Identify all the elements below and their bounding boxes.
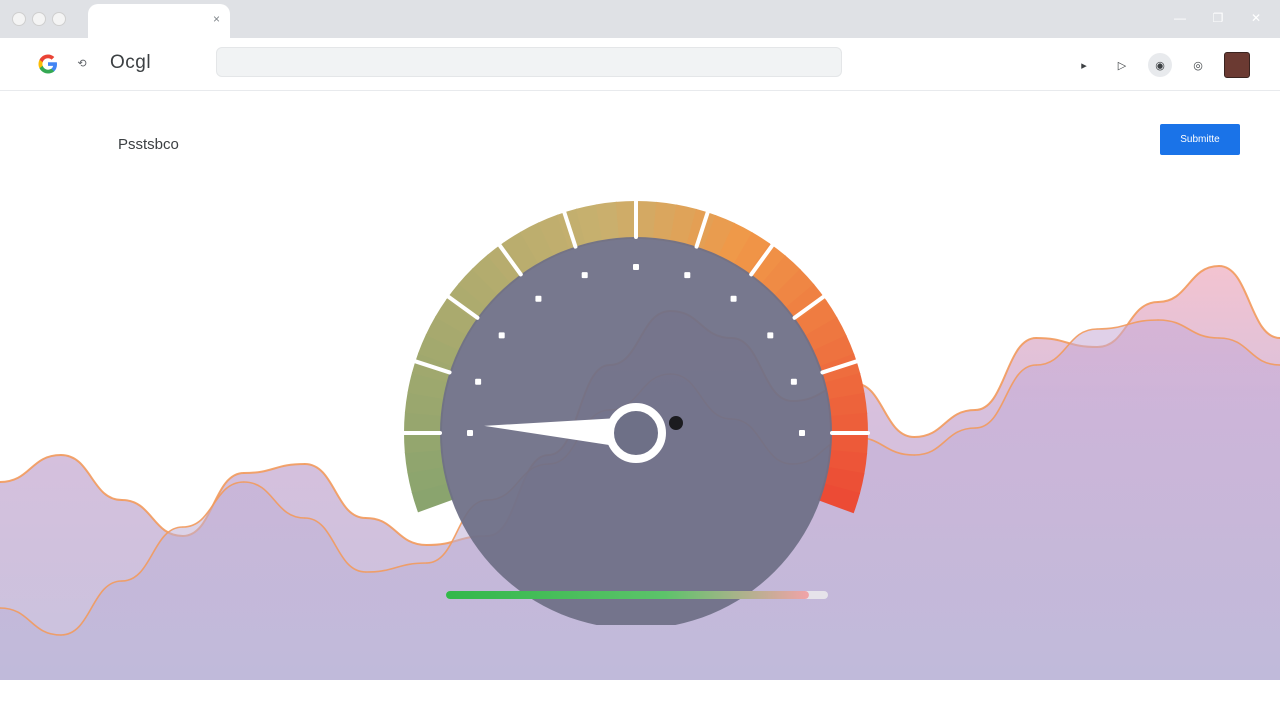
area-data-point: [1096, 328, 1098, 330]
extension-icon[interactable]: ◉: [1148, 53, 1172, 77]
area-data-point: [243, 481, 245, 483]
gauge-hub: [606, 403, 666, 463]
area-data-point: [1035, 337, 1037, 339]
area-data-point: [182, 526, 184, 528]
gauge-minor-mark: [581, 272, 588, 279]
gauge-bar-fill: [446, 591, 809, 599]
google-g-icon[interactable]: [36, 52, 60, 76]
window-dot[interactable]: [32, 12, 46, 26]
brand-wordmark: Ocgl: [110, 52, 152, 73]
area-data-point: [1218, 337, 1220, 339]
avatar[interactable]: [1224, 52, 1250, 78]
gauge-minor-mark: [498, 332, 505, 339]
area-data-point: [913, 436, 916, 438]
area-data-point: [974, 409, 977, 411]
page-title: Psstsbco: [118, 136, 179, 153]
close-window-icon[interactable]: ✕: [1246, 8, 1266, 28]
gauge-minor-mark: [730, 295, 737, 302]
gauge-pivot-dot: [669, 416, 683, 430]
gauge-minor-mark: [467, 430, 473, 436]
footer-strip: [0, 680, 1280, 720]
area-data-point: [121, 499, 123, 501]
tab-strip: × — ❐ ✕: [0, 0, 1280, 38]
tab-close-icon[interactable]: ×: [213, 12, 220, 26]
gauge-minor-mark: [535, 295, 542, 302]
gauge-minor-mark: [790, 378, 797, 385]
area-data-point: [1218, 265, 1220, 267]
area-data-point: [913, 454, 916, 456]
area-data-point: [1035, 364, 1037, 366]
browser-tab[interactable]: ×: [88, 4, 230, 38]
submit-button[interactable]: Submitte: [1160, 124, 1240, 155]
minimize-icon[interactable]: —: [1170, 8, 1190, 28]
area-data-point: [1157, 319, 1159, 321]
gauge-band-segment: [404, 431, 443, 454]
lens-icon[interactable]: ◎: [1186, 53, 1210, 77]
area-data-point: [243, 472, 245, 474]
address-bar[interactable]: [216, 47, 842, 77]
gauge-minor-mark: [684, 272, 691, 279]
gauge-minor-mark: [799, 430, 805, 436]
toolbar-icons: ▸ ▷ ◉ ◎: [1072, 52, 1250, 78]
window-dots: [12, 12, 66, 26]
reload-icon[interactable]: ⟲: [72, 54, 92, 74]
gauge-minor-mark: [633, 264, 639, 270]
maximize-icon[interactable]: ❐: [1208, 8, 1228, 28]
area-data-point: [121, 580, 123, 582]
gauge-band-segment: [829, 412, 868, 435]
gauge-minor-mark: [475, 378, 482, 385]
gauge-minor-mark: [767, 332, 774, 339]
window-dot[interactable]: [12, 12, 26, 26]
browser-toolbar: ⟲ Ocgl ▸ ▷ ◉ ◎: [0, 38, 1280, 91]
speed-gauge: [402, 199, 870, 625]
area-data-point: [1157, 301, 1159, 303]
play-icon[interactable]: ▸: [1072, 53, 1096, 77]
area-data-point: [974, 427, 977, 429]
forward-icon[interactable]: ▷: [1110, 53, 1134, 77]
area-data-point: [60, 634, 62, 636]
area-data-point: [364, 571, 367, 573]
window-controls: — ❐ ✕: [1170, 8, 1266, 28]
gauge-band-segment: [615, 201, 638, 240]
area-data-point: [303, 517, 306, 519]
area-data-point: [60, 454, 62, 456]
area-data-point: [364, 517, 367, 519]
area-data-point: [303, 463, 306, 465]
window-dot[interactable]: [52, 12, 66, 26]
